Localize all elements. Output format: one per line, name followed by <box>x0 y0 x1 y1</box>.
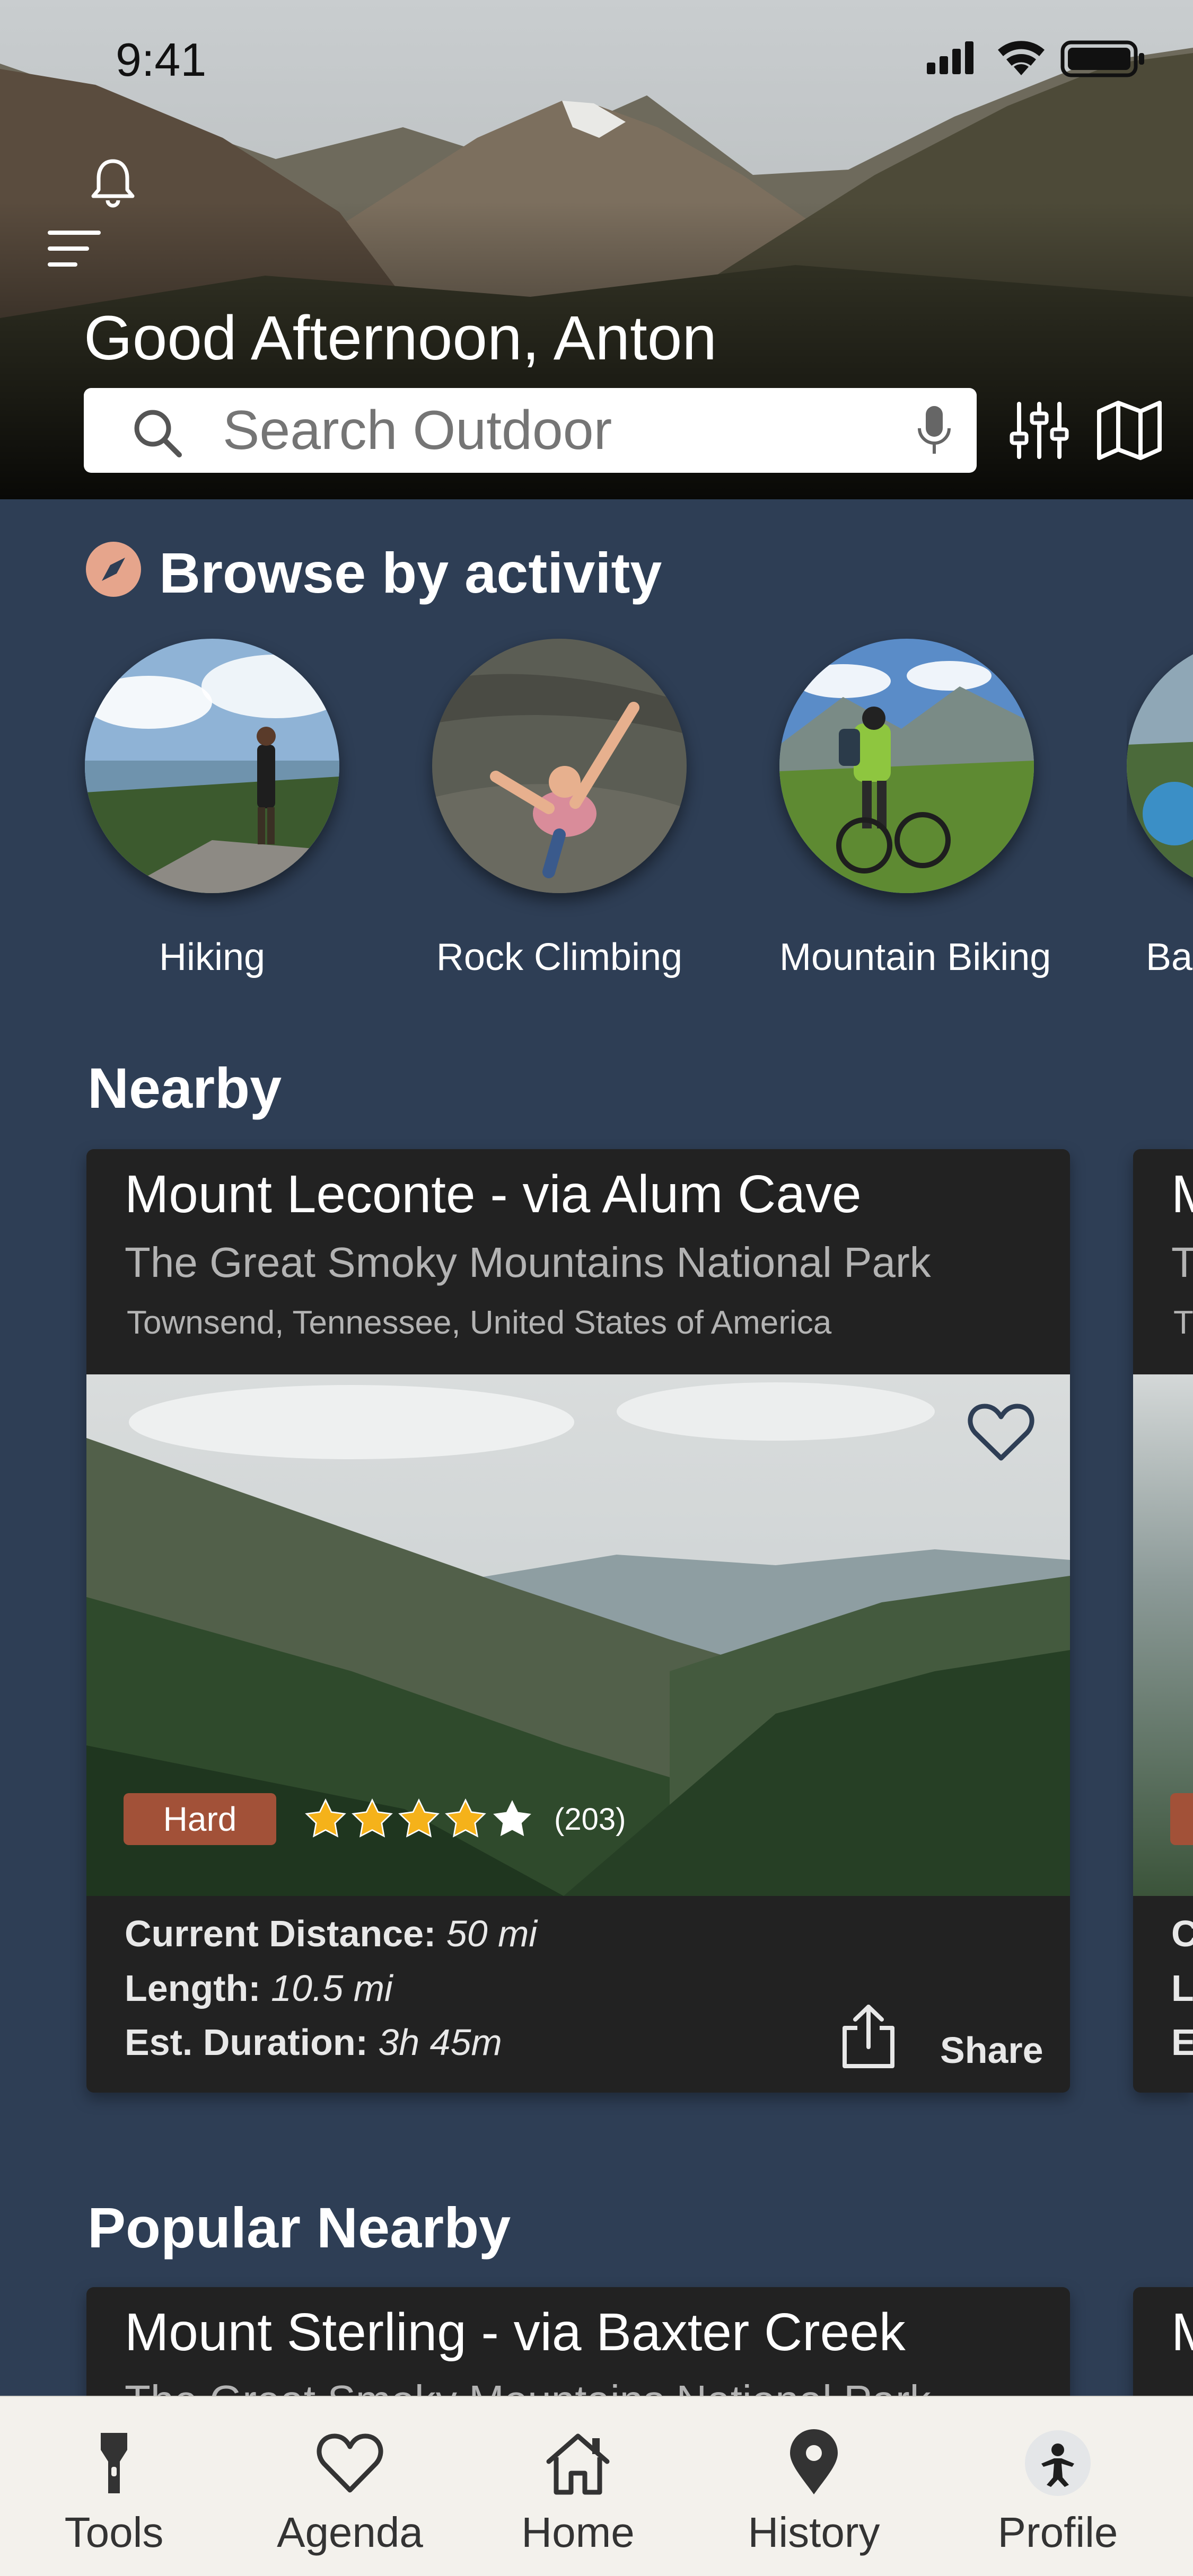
length-label: Length: <box>125 1968 261 2009</box>
bell-icon[interactable] <box>89 155 137 208</box>
tab-label: Profile <box>997 2509 1118 2556</box>
tab-label: Agenda <box>277 2509 423 2556</box>
tab-agenda[interactable]: Agenda <box>260 2397 440 2576</box>
current-distance: Current Distance: 50 mi <box>125 1912 537 1955</box>
current-distance-label: Current Distance: <box>125 1913 436 1954</box>
nearby-section-title: Nearby <box>87 1056 282 1120</box>
next-stat: E <box>1171 2022 1193 2063</box>
tab-label: History <box>748 2509 880 2556</box>
activity-label: Hiking <box>159 936 266 978</box>
length-value: 10.5 mi <box>271 1968 393 2009</box>
flashlight-icon <box>101 2433 127 2493</box>
home-icon <box>546 2433 610 2495</box>
hiking-image <box>85 639 339 893</box>
next-stat: L <box>1171 1968 1193 2009</box>
signal-icon <box>927 41 973 74</box>
avatar <box>1025 2430 1091 2496</box>
heart-icon[interactable] <box>967 1401 1036 1465</box>
tab-label: Tools <box>64 2509 164 2556</box>
location-pin-icon <box>790 2429 838 2494</box>
share-button[interactable]: Share <box>940 2029 1043 2071</box>
next-trail-image <box>1133 1374 1193 1896</box>
microphone-icon[interactable] <box>913 404 955 457</box>
tab-label: Home <box>521 2509 635 2556</box>
search-icon <box>134 410 182 457</box>
partial-activity-image <box>1127 639 1193 893</box>
activity-label: Mountain Biking <box>779 936 1051 978</box>
popular-section-title: Popular Nearby <box>87 2195 511 2260</box>
search-input[interactable] <box>223 388 885 473</box>
wifi-icon <box>998 41 1045 75</box>
share-icon[interactable] <box>839 2002 898 2071</box>
est-duration: Est. Duration: 3h 45m <box>125 2021 502 2063</box>
tab-bar: Tools Agenda Home History Profile <box>0 2396 1193 2576</box>
activity-partial[interactable]: Ba <box>1127 639 1193 979</box>
next-trail-initial: M <box>1171 1164 1193 1225</box>
activity-label: Rock Climbing <box>436 936 683 978</box>
star-icon <box>445 1798 486 1838</box>
greeting: Good Afternoon, Anton <box>84 303 717 373</box>
trail-location: Townsend, Tennessee, United States of Am… <box>127 1304 832 1341</box>
popular-next-initial: M <box>1171 2302 1193 2363</box>
tab-profile[interactable]: Profile <box>986 2397 1129 2576</box>
trail-card[interactable]: Mount Leconte - via Alum Cave The Great … <box>86 1149 1070 2093</box>
review-count: (203) <box>554 1802 626 1837</box>
star-icon <box>493 1800 531 1837</box>
mountain-biking-image <box>779 639 1034 893</box>
status-time: 9:41 <box>116 33 207 86</box>
tab-history[interactable]: History <box>737 2397 891 2576</box>
tab-tools[interactable]: Tools <box>42 2397 186 2576</box>
search-bar[interactable] <box>84 388 977 473</box>
difficulty-badge: Hard <box>124 1793 276 1845</box>
next-difficulty-badge <box>1170 1793 1193 1845</box>
trail-card-next[interactable]: M T T C L E <box>1133 1149 1193 2093</box>
trail-name: Mount Leconte - via Alum Cave <box>125 1165 862 1224</box>
next-loc-initial: T <box>1173 1304 1193 1341</box>
star-icon <box>398 1798 440 1838</box>
next-park-initial: T <box>1171 1239 1193 1286</box>
activity-label: Ba <box>1146 936 1193 978</box>
status-icons <box>927 40 1144 77</box>
duration-value: 3h 45m <box>378 2022 502 2063</box>
map-icon[interactable] <box>1095 399 1164 462</box>
duration-label: Est. Duration: <box>125 2022 368 2063</box>
filter-sliders-icon[interactable] <box>1007 399 1071 462</box>
compass-icon <box>86 542 141 597</box>
popular-trail-name: Mount Sterling - via Baxter Creek <box>125 2302 906 2362</box>
activity-mountain-biking[interactable]: Mountain Biking <box>779 639 1051 979</box>
trail-image: Hard (203) <box>86 1374 1070 1896</box>
star-icon <box>305 1798 346 1838</box>
browse-section-title: Browse by activity <box>159 541 662 605</box>
trail-park: The Great Smoky Mountains National Park <box>125 1239 931 1286</box>
rating-stars: (203) <box>304 1793 626 1845</box>
tab-home[interactable]: Home <box>504 2397 652 2576</box>
current-distance-value: 50 mi <box>446 1913 537 1954</box>
heart-icon <box>317 2433 383 2493</box>
next-stat: C <box>1171 1913 1193 1954</box>
star-icon <box>352 1798 393 1838</box>
rock-climbing-image <box>432 639 687 893</box>
activity-rock-climbing[interactable]: Rock Climbing <box>432 639 687 979</box>
activity-hiking[interactable]: Hiking <box>85 639 339 979</box>
battery-icon <box>1060 40 1144 77</box>
trail-length: Length: 10.5 mi <box>125 1967 393 2009</box>
menu-icon[interactable] <box>48 225 101 273</box>
